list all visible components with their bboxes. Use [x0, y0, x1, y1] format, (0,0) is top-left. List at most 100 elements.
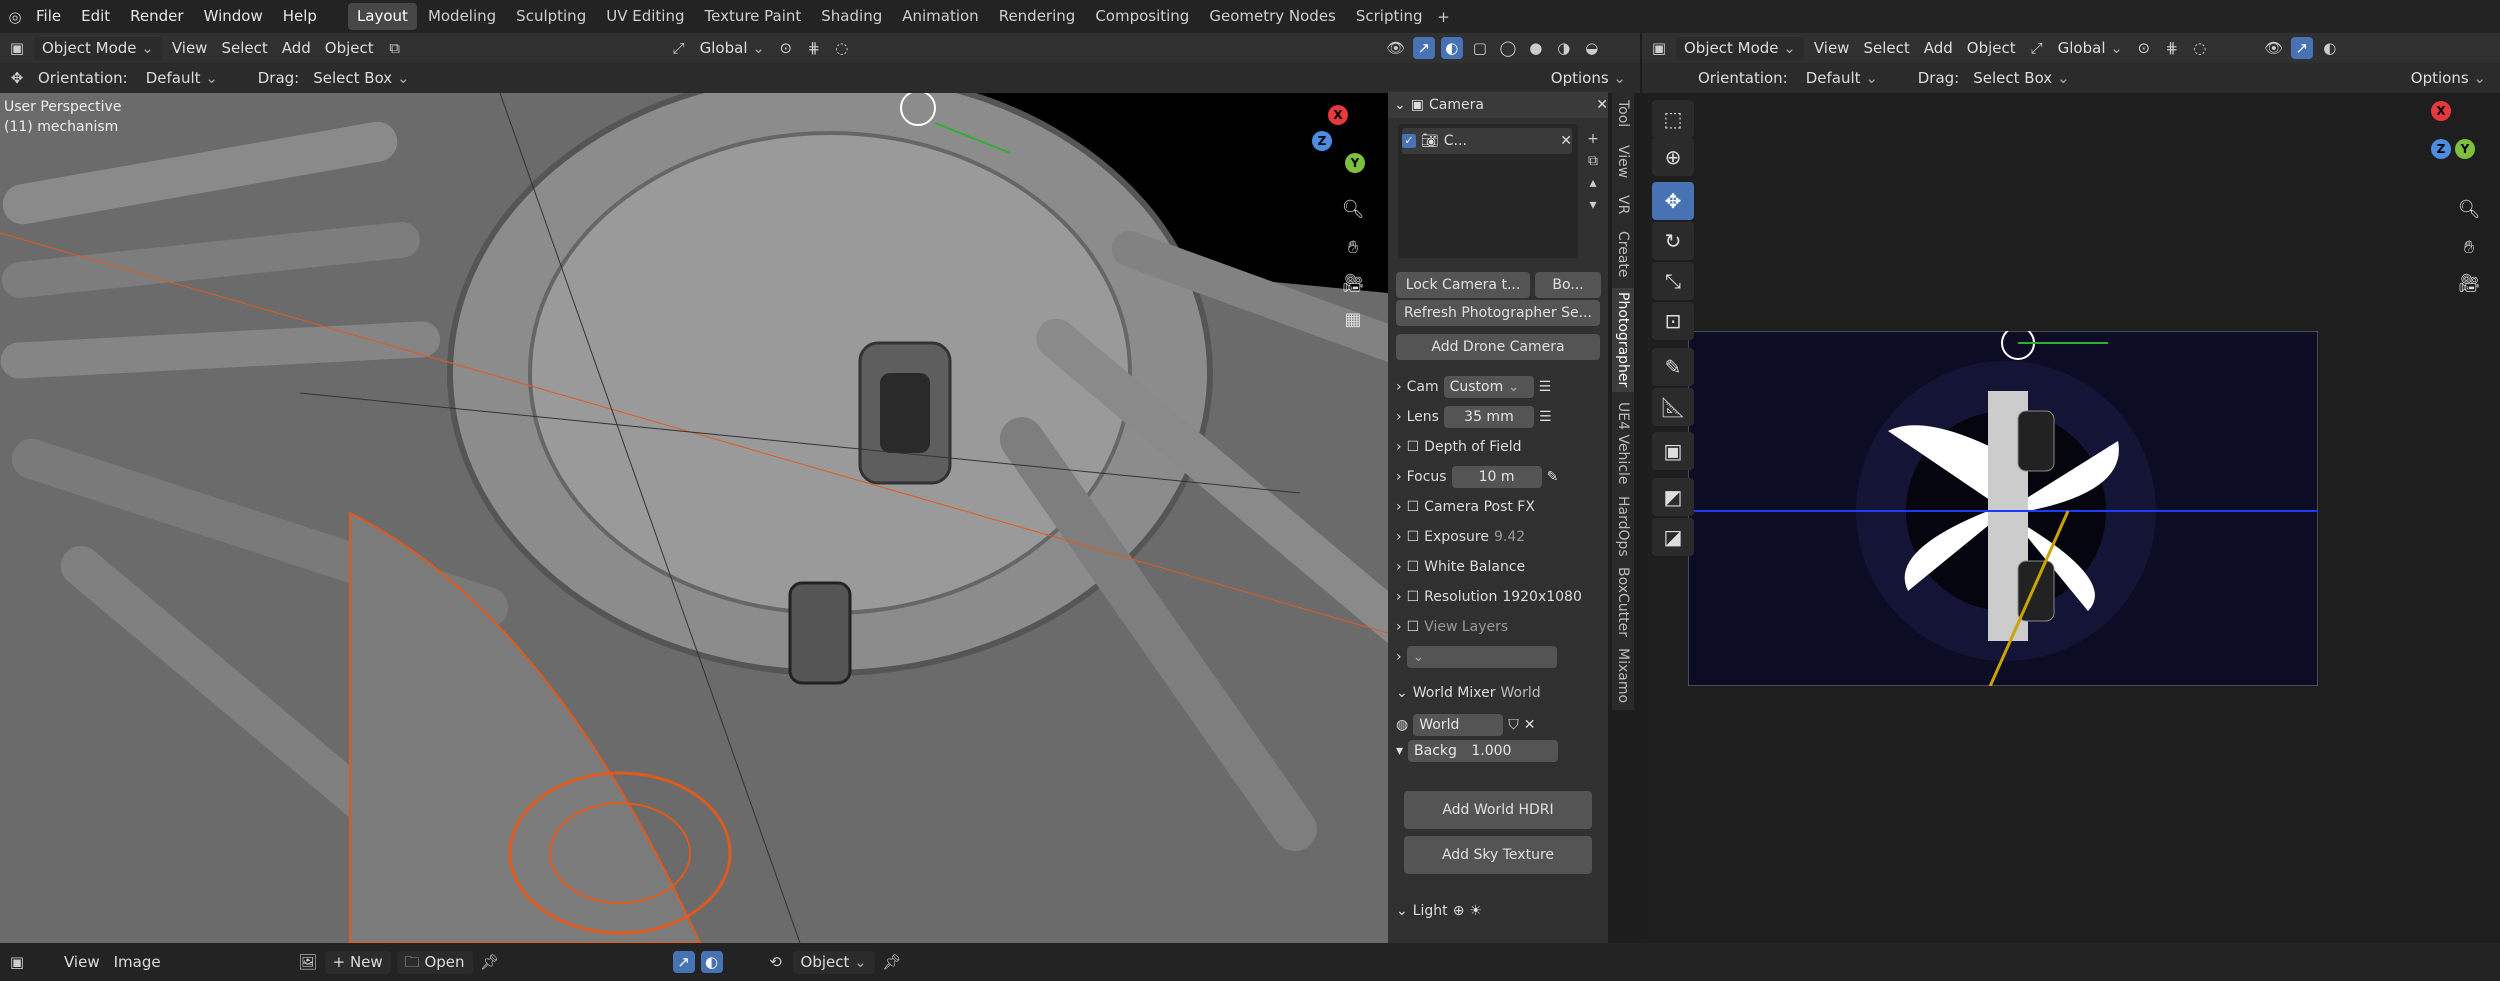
object-mode-dropdown[interactable]: Object Mode: [34, 36, 162, 60]
proportional-icon[interactable]: ◌: [831, 37, 853, 59]
collapse-chevron-icon[interactable]: ⌄: [1396, 903, 1408, 919]
gizmo-x-axis[interactable]: X: [1328, 105, 1348, 125]
rotate-tool[interactable]: ↻: [1652, 222, 1694, 260]
add-world-hdri-button[interactable]: Add World HDRI: [1404, 791, 1592, 829]
object-dropdown[interactable]: Object: [792, 950, 875, 974]
zoom-icon[interactable]: 🔍︎: [1338, 195, 1368, 225]
resolution-checkbox[interactable]: ☐: [1407, 589, 1420, 605]
unlink-icon[interactable]: ✕: [1524, 717, 1536, 733]
exposure-value[interactable]: 9.42: [1494, 529, 1525, 545]
world-name-field[interactable]: World: [1413, 714, 1504, 736]
camera-item-name[interactable]: C...: [1444, 133, 1467, 149]
camera-enabled-checkbox[interactable]: ✓: [1402, 134, 1416, 148]
gizmo-toggle-icon[interactable]: ↗: [1412, 37, 1435, 59]
right-camera-viewport[interactable]: X Y Z 🔍︎ ✋︎ 🎥︎: [1642, 93, 2500, 943]
workspace-tab-compositing[interactable]: Compositing: [1086, 3, 1198, 30]
tab-mixamo[interactable]: Mixamo: [1612, 646, 1634, 706]
gizmo-z-axis[interactable]: Z: [1312, 131, 1332, 151]
left-3d-viewport[interactable]: User Perspective (11) mechanism X Z Y 🔍︎…: [0, 93, 1388, 943]
tab-ue4-vehicle[interactable]: UE4 Vehicle: [1612, 398, 1634, 488]
camera-list-box[interactable]: ✓ 📷︎ C... ✕: [1398, 124, 1578, 258]
light-panel-header[interactable]: ⌄ Light ⊕ ☀: [1396, 898, 1604, 924]
measure-tool[interactable]: 📐︎: [1652, 388, 1694, 426]
new-image-button[interactable]: + New: [324, 950, 391, 974]
editor-type-icon[interactable]: ▣: [6, 37, 28, 59]
list-copy-icon[interactable]: ⧉: [1584, 150, 1602, 172]
editor-type-icon[interactable]: ▣: [6, 951, 28, 973]
eyedropper-icon[interactable]: ✎: [1547, 469, 1559, 485]
tab-tool[interactable]: Tool: [1612, 94, 1634, 134]
blender-logo-icon[interactable]: ◎: [4, 6, 26, 28]
depth-of-field-row[interactable]: › ☐ Depth of Field: [1396, 434, 1604, 460]
ortho-grid-icon[interactable]: ▦: [1338, 305, 1368, 335]
pivot-icon[interactable]: ⊙: [2133, 37, 2155, 59]
visibility-icon[interactable]: 👁: [2263, 37, 2285, 59]
focus-row[interactable]: › Focus 10 m ✎: [1396, 464, 1604, 490]
drag-dropdown[interactable]: Select Box: [1969, 67, 2073, 90]
open-image-button[interactable]: 🗀 Open: [396, 950, 473, 974]
collapse-chevron-icon[interactable]: ⌄: [1394, 97, 1406, 113]
menu-help[interactable]: Help: [273, 0, 327, 33]
tab-boxcutter[interactable]: BoxCutter: [1612, 564, 1634, 640]
exposure-row[interactable]: › ☐ Exposure 9.42: [1396, 524, 1604, 550]
view-menu[interactable]: View: [168, 37, 212, 60]
resolution-row[interactable]: › ☐ Resolution 1920x1080: [1396, 584, 1604, 610]
cam-type-dropdown[interactable]: Custom: [1443, 376, 1534, 398]
gizmo-y-axis[interactable]: Y: [1345, 153, 1365, 173]
image-menu[interactable]: Image: [110, 951, 165, 974]
snap-icon[interactable]: ⋕: [803, 37, 825, 59]
add-drone-camera-button[interactable]: Add Drone Camera: [1396, 334, 1600, 360]
extra-tool-a[interactable]: ◩: [1652, 478, 1694, 516]
workspace-tab-geometry-nodes[interactable]: Geometry Nodes: [1200, 3, 1345, 30]
pan-hand-icon[interactable]: ✋︎: [2454, 233, 2484, 263]
snap-icon[interactable]: ⋕: [2161, 37, 2183, 59]
orientation-icon[interactable]: ⤢: [2026, 37, 2048, 59]
tab-photographer[interactable]: Photographer: [1612, 288, 1634, 392]
lock-camera-button[interactable]: Lock Camera t...: [1396, 272, 1530, 298]
workspace-tab-layout[interactable]: Layout: [347, 3, 417, 30]
select-box-tool[interactable]: ⬚: [1652, 100, 1694, 138]
workspace-tab-animation[interactable]: Animation: [893, 3, 987, 30]
move-tool-icon[interactable]: ✥: [6, 67, 28, 89]
add-workspace-icon[interactable]: +: [1433, 6, 1455, 28]
workspace-tab-modeling[interactable]: Modeling: [419, 3, 505, 30]
view-layers-checkbox[interactable]: ☐: [1407, 619, 1420, 635]
camera-post-fx-row[interactable]: › ☐ Camera Post FX: [1396, 494, 1604, 520]
options-dropdown[interactable]: Options: [2402, 66, 2494, 90]
tab-vr[interactable]: VR: [1612, 190, 1634, 220]
workspace-tab-rendering[interactable]: Rendering: [990, 3, 1085, 30]
pivot-icon[interactable]: ⊙: [775, 37, 797, 59]
object-mode-dropdown[interactable]: Object Mode: [1676, 36, 1804, 60]
add-menu[interactable]: Add: [1920, 37, 1957, 60]
object-menu[interactable]: Object: [321, 37, 378, 60]
focus-distance-field[interactable]: 10 m: [1451, 466, 1542, 488]
annotate-tool[interactable]: ✎: [1652, 348, 1694, 386]
fake-user-icon[interactable]: ⛉: [1508, 717, 1519, 733]
gizmo-x-axis[interactable]: X: [2431, 101, 2451, 121]
solid-shading-icon[interactable]: ●: [1525, 37, 1547, 59]
sync-icon[interactable]: ⟲: [765, 951, 787, 973]
gizmo-toggle-icon[interactable]: ↗: [2290, 37, 2313, 59]
add-sky-texture-button[interactable]: Add Sky Texture: [1404, 836, 1592, 874]
camera-view-icon[interactable]: 🎥︎: [1338, 269, 1368, 299]
camera-panel-header[interactable]: ⌄ ▣ Camera ✕: [1388, 92, 1608, 118]
workspace-tab-scripting[interactable]: Scripting: [1347, 3, 1432, 30]
visibility-icon[interactable]: 👁: [1385, 37, 1407, 59]
pan-hand-icon[interactable]: ✋︎: [1338, 233, 1368, 263]
overlay-toggle-icon[interactable]: ◐: [1440, 37, 1463, 59]
tab-hardops[interactable]: HardOps: [1612, 494, 1634, 558]
view-menu[interactable]: View: [1810, 37, 1854, 60]
drag-dropdown[interactable]: Select Box: [309, 67, 413, 90]
wb-checkbox[interactable]: ☐: [1407, 559, 1420, 575]
exposure-checkbox[interactable]: ☐: [1407, 529, 1420, 545]
lens-row[interactable]: › Lens 35 mm ☰: [1396, 404, 1604, 430]
collapse-chevron-icon[interactable]: ⌄: [1396, 685, 1408, 701]
transform-orientation-dropdown[interactable]: Global: [2054, 37, 2127, 60]
options-dropdown[interactable]: Options: [1542, 66, 1634, 90]
camera-remove-icon[interactable]: ✕: [1560, 133, 1572, 149]
background-strength-row[interactable]: ▾ Backg 1.000: [1396, 738, 1604, 764]
material-shading-icon[interactable]: ◑: [1553, 37, 1575, 59]
refresh-photographer-button[interactable]: Refresh Photographer Se...: [1396, 300, 1600, 326]
pin-icon[interactable]: 📌︎: [479, 951, 501, 973]
dof-checkbox[interactable]: ☐: [1407, 439, 1420, 455]
